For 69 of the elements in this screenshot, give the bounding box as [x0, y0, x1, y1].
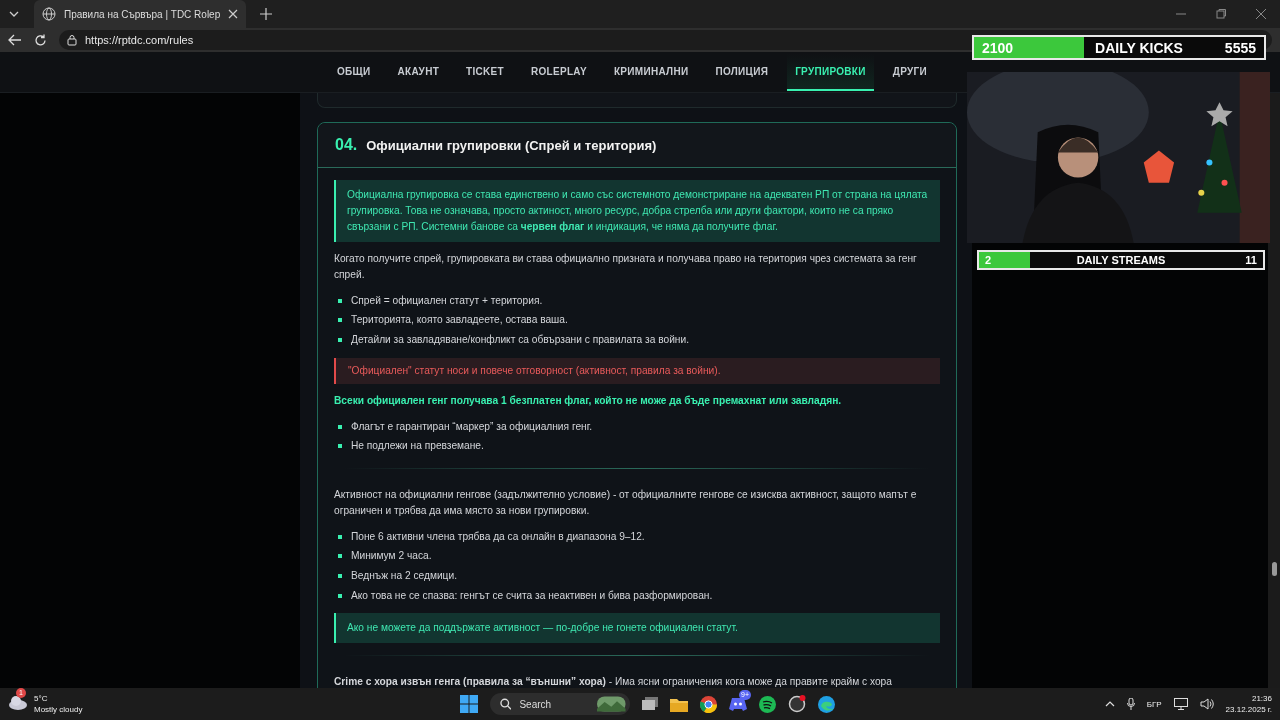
section-number: 04. [335, 136, 358, 154]
bullet-icon [338, 593, 342, 598]
chevron-up-icon[interactable] [1104, 701, 1115, 707]
microphone-icon[interactable] [1126, 698, 1135, 710]
bullet-icon [338, 318, 342, 323]
temperature: 5°C [34, 693, 49, 704]
reload-icon[interactable] [34, 33, 47, 47]
paragraph: Crime с хора извън генга (правила за “външни” хора) - Има ясни ограничения кога може да правите крайм с хора [334, 675, 893, 688]
nav-tab[interactable]: КРИМИНАЛНИ [605, 53, 697, 91]
nav-tab[interactable]: ПОЛИЦИЯ [707, 53, 777, 91]
section-title: Официални групировки (Спрей и територия) [366, 137, 657, 153]
nav-tab[interactable]: ROLEPLAY [523, 53, 595, 91]
lock-icon [67, 34, 77, 46]
nav-tab[interactable]: TICKET [458, 53, 512, 91]
restore-icon[interactable] [1216, 9, 1226, 19]
list-item: Територията, която завладеете, остава ваша. [351, 313, 568, 328]
weather-text: Mostly cloudy [34, 704, 83, 715]
folder-icon[interactable] [670, 696, 688, 712]
bullet-icon [338, 424, 342, 429]
nav-tab[interactable]: АКАУНТ [389, 53, 448, 91]
bullet-icon [338, 554, 342, 559]
scrollbar-thumb[interactable] [1271, 562, 1277, 576]
cloud-icon [8, 694, 28, 710]
goal-target: 11 [1244, 254, 1257, 266]
callout-note: Официална групировка се става единствено и само със системното демонстриране на адекватен РП от страна на цялата групировка. Това не означава, просто актиност, много ресурс, добра стрелба или други фактори, които не са пряко свързани с РП. Системни банове са червен флаг и индикация, че няма да получите флаг. [334, 180, 940, 242]
search-icon [500, 698, 512, 710]
bullet-icon [338, 444, 342, 449]
warning-note: "Официален" статут носи и повече отговорност (активност, правила за войни). [334, 357, 940, 384]
search-bar[interactable]: Search [490, 693, 630, 715]
goal-label: DAILY STREAMS [1075, 254, 1167, 266]
monitor-icon[interactable] [1173, 698, 1188, 710]
paragraph: Когато получите спрей, групировката ви става официално призната и получава право на територия чрез системата за генг спрей. [334, 252, 918, 282]
windows-icon[interactable] [460, 695, 478, 713]
window-icon[interactable] [642, 697, 658, 711]
landscape-icon [597, 696, 626, 712]
callout-note: Ако не можете да поддържате активност — по-добре не гонете официален статут. [334, 613, 940, 644]
goal-current: 2 [985, 254, 993, 266]
browser-icon[interactable] [700, 695, 717, 713]
clock-date[interactable]: 23.12.2025 г. [1225, 704, 1272, 715]
list-item: Флагът е гарантиран “маркер” за официалния генг. [351, 419, 592, 434]
music-app-icon[interactable] [759, 695, 776, 713]
globe-icon [42, 7, 56, 21]
list-item: Ако това не се спазва: генгът се счита за неактивен и бива разформирован. [351, 588, 713, 603]
nav-tab[interactable]: ОБЩИ [329, 53, 379, 91]
close-icon[interactable] [1256, 9, 1266, 19]
list-item: Не подлежи на превземане. [351, 439, 484, 454]
clock-time[interactable]: 21:36 [1251, 693, 1272, 704]
list-item: Поне 6 активни члена трябва да са онлайн в диапазона 9–12. [351, 529, 645, 544]
highlight-text: Всеки официален генг получава 1 безплатен флаг, който не може да бъде премахнат или завладян. [334, 393, 843, 408]
bullet-icon [338, 534, 342, 539]
bullet-icon [338, 573, 342, 578]
close-icon[interactable] [228, 9, 239, 19]
list-item: Веднъж на 2 седмици. [351, 568, 457, 583]
list-item: Минимум 2 часа. [351, 549, 432, 564]
chat-app-icon[interactable] [729, 697, 747, 711]
volume-icon[interactable] [1199, 698, 1214, 710]
app-icon[interactable] [788, 695, 806, 713]
new-tab-icon[interactable] [260, 8, 273, 20]
search-input[interactable]: Search [517, 697, 592, 711]
edge-icon[interactable] [818, 695, 835, 713]
language-indicator[interactable]: БГР [1146, 699, 1162, 709]
back-icon[interactable] [8, 34, 22, 46]
list-item: Спрей = официален статут + територия. [351, 293, 543, 308]
list-item: Детайли за завладяване/конфликт са обвързани с правилата за войни. [351, 333, 689, 347]
browser-tab[interactable]: Правила на Сървъра | TDC Rolep [34, 0, 247, 28]
nav-tab[interactable]: ДРУГИ [884, 53, 935, 91]
bullet-icon [338, 298, 342, 303]
bullet-icon [338, 338, 342, 342]
paragraph: Активност на официални генгове (задължително условие) - от официалните генгове се изисква активност, защото мапът е ограничен и трябва да има място за нови групировки. [334, 487, 918, 518]
